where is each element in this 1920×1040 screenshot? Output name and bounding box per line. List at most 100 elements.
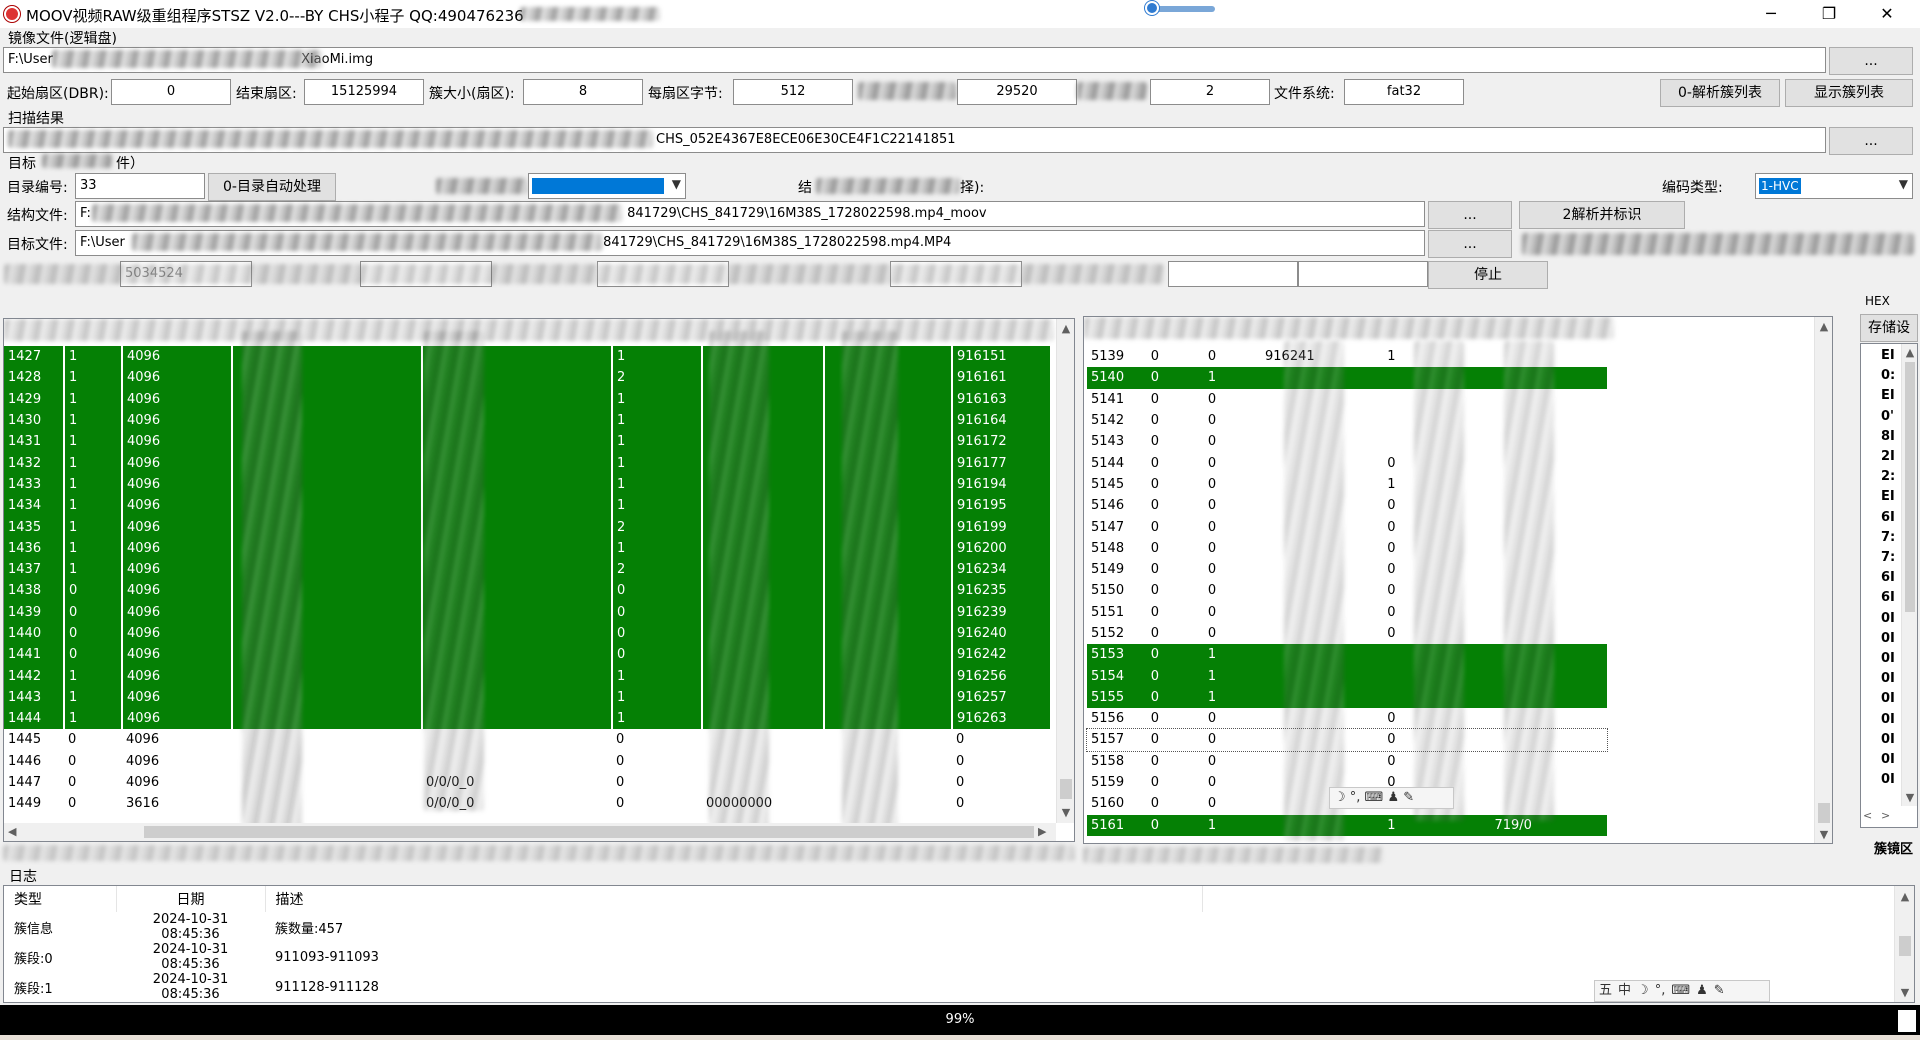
ime-items[interactable]: 五中 ☽ °, ⌨ ♟ ✎ [1599, 983, 1731, 998]
ime-status-bar[interactable]: 五中 ☽ °, ⌨ ♟ ✎ [1594, 980, 1770, 1002]
hex-scrollbar[interactable]: ▲ ▼ [1901, 344, 1917, 806]
right-footer-redacted [1083, 847, 1383, 863]
log-row[interactable]: 簇段:0 2024-10-31 08:45:36 911093-911093 [4, 942, 1202, 972]
ime-item[interactable]: ⌨ [1671, 983, 1690, 998]
right-cluster-table[interactable]: 5139 0 0 916241 1 5140 0 1 5141 0 0 5142 0 0 5143 0 0 514… [1083, 316, 1833, 844]
table-cell: 0 [1150, 519, 1160, 535]
table-cell [1551, 474, 1607, 495]
scroll-right-icon[interactable]: > [1881, 809, 1890, 822]
scrollbar-thumb[interactable] [1818, 803, 1830, 823]
scroll-down-icon[interactable]: ▼ [1902, 791, 1917, 804]
volume-slider-thumb[interactable] [1145, 1, 1159, 15]
log-header-date[interactable]: 日期 [116, 886, 266, 912]
param5-input[interactable]: 29520 [957, 79, 1077, 105]
table-cell: 1 [612, 665, 703, 687]
table-cell: 916151 [952, 346, 1050, 368]
auto-dir-process-button[interactable]: 0-目录自动处理 [208, 173, 336, 201]
scroll-right-icon[interactable]: ▶ [1038, 825, 1046, 838]
filesystem-input[interactable]: fat32 [1344, 79, 1464, 105]
parse-and-mark-button[interactable]: 2解析并标识 [1519, 201, 1685, 229]
encoding-type-select[interactable]: 1-HVC ▼ [1755, 173, 1913, 199]
table-cell: 1427 [4, 346, 65, 368]
stop-button[interactable]: 停止 [1428, 261, 1548, 289]
hex-line: 0I [1881, 610, 1895, 626]
bytes-per-sector-input[interactable]: 512 [733, 79, 853, 105]
left-vertical-scrollbar[interactable]: ▲ ▼ [1056, 319, 1074, 823]
table-cell: 0 [956, 732, 965, 748]
table-cell: 0 [616, 732, 625, 748]
log-row[interactable]: 簇段:22024-10-31 08:45:36911130-911139 [4, 1002, 1202, 1003]
hex-view[interactable]: EI 0: EI 0' 8I 2I 2: EI 6I 7: 7: 6I 6I 0I 0I 0I 0I 0I 0I 0I… [1860, 343, 1918, 828]
scroll-up-icon[interactable]: ▲ [1895, 890, 1914, 903]
scroll-up-icon[interactable]: ▲ [1815, 320, 1832, 333]
scrollbar-thumb[interactable] [1060, 779, 1072, 799]
scroll-down-icon[interactable]: ▼ [1815, 828, 1832, 841]
minimize-button[interactable]: ─ [1748, 0, 1794, 28]
ime-item[interactable]: °, [1655, 983, 1666, 998]
restore-button[interactable]: ❐ [1806, 0, 1852, 28]
parse-cluster-list-button[interactable]: 0-解析簇列表 [1660, 79, 1780, 107]
table-cell: 0 [68, 753, 77, 769]
param6-input[interactable]: 2 [1150, 79, 1270, 105]
show-cluster-list-button[interactable]: 显示簇列表 [1785, 79, 1913, 107]
hex-line: 6I [1881, 570, 1895, 586]
scroll-left-icon[interactable]: ◀ [8, 825, 16, 838]
struct-browse-button[interactable]: ... [1428, 201, 1512, 229]
log-cell-type: 簇段:0 [14, 951, 53, 967]
table-cell: 1 [64, 516, 123, 538]
scroll-down-icon[interactable]: ▼ [1057, 806, 1074, 819]
left-cluster-table[interactable]: 1427 1 4096 1 916151 1428 1 4096 2 916161 1429 1 409… [3, 318, 1075, 842]
hex-line: 7: [1881, 550, 1896, 566]
cluster-size-input[interactable]: 8 [523, 79, 643, 105]
redacted-region [1077, 82, 1147, 100]
log-row[interactable]: 簇信息 2024-10-31 08:45:36 簇数量:457 [4, 912, 1202, 942]
table-cell: 1 [64, 409, 123, 432]
close-button[interactable]: ✕ [1864, 0, 1910, 28]
scan-browse-button[interactable]: ... [1829, 127, 1913, 155]
dir-number-input[interactable]: 33 [75, 173, 205, 199]
log-header-desc[interactable]: 描述 [265, 886, 1203, 912]
target-file-tail: 841729\CHS_841729\16M38S_1728022598.mp4.… [603, 235, 952, 250]
table-cell: 3616 [126, 796, 160, 812]
redacted-column [709, 331, 769, 831]
ime-item[interactable]: 中 [1618, 983, 1631, 998]
ime-item[interactable]: ♟ [1696, 983, 1708, 998]
row4-field6[interactable] [1298, 261, 1428, 287]
log-scrollbar[interactable]: ▲ ▼ [1894, 886, 1914, 1002]
log-list[interactable]: 类型 日期 描述 簇信息 2024-10-31 08:45:36 簇数量:457 簇段… [3, 885, 1915, 1003]
scroll-down-icon[interactable]: ▼ [1895, 986, 1914, 999]
scroll-up-icon[interactable]: ▲ [1057, 322, 1074, 335]
start-sector-input[interactable]: 0 [111, 79, 231, 105]
store-device-button[interactable]: 存储设 [1860, 314, 1918, 342]
scrollbar-thumb[interactable] [144, 826, 1034, 838]
table-cell: 0 [1150, 604, 1160, 620]
table-cell: 5139 [1091, 349, 1125, 365]
image-browse-button[interactable]: ... [1829, 47, 1913, 75]
hex-line: 0I [1881, 711, 1895, 727]
right-vertical-scrollbar[interactable]: ▲ ▼ [1814, 317, 1832, 843]
ime-item[interactable]: ☽ [1637, 983, 1649, 998]
scrollbar-thumb[interactable] [1905, 362, 1915, 612]
end-sector-input[interactable]: 15125994 [304, 79, 424, 105]
target-browse-button[interactable]: ... [1428, 230, 1512, 258]
scroll-left-icon[interactable]: < [1863, 809, 1872, 822]
ime-item[interactable]: ✎ [1714, 983, 1725, 998]
table-cell: 5144 [1091, 455, 1125, 471]
left-horizontal-scrollbar[interactable]: ◀ ▶ [4, 823, 1056, 841]
scroll-up-icon[interactable]: ▲ [1902, 346, 1917, 359]
table-cell [1551, 602, 1607, 623]
ime-moon-icon[interactable]: ☽ °, ⌨ ♟ ✎ [1334, 790, 1414, 805]
ime-floating-toolbar[interactable]: ☽ °, ⌨ ♟ ✎ [1329, 787, 1454, 809]
table-cell: 1 [64, 665, 123, 687]
row4-field5[interactable] [1168, 261, 1298, 287]
ime-item[interactable]: 五 [1599, 983, 1612, 998]
log-row[interactable]: 簇段:1 2024-10-31 08:45:36 911128-911128 [4, 972, 1202, 1002]
table-cell: 916172 [952, 431, 1050, 453]
table-cell: 4096 [122, 409, 233, 432]
mode-select[interactable]: ▼ [528, 173, 686, 199]
image-file-group-label: 镜像文件(逻辑盘) [8, 31, 117, 47]
log-header-type[interactable]: 类型 [4, 886, 117, 912]
table-cell: 916235 [952, 580, 1050, 602]
scrollbar-thumb[interactable] [1899, 936, 1911, 956]
table-cell: 0 [1150, 540, 1160, 556]
